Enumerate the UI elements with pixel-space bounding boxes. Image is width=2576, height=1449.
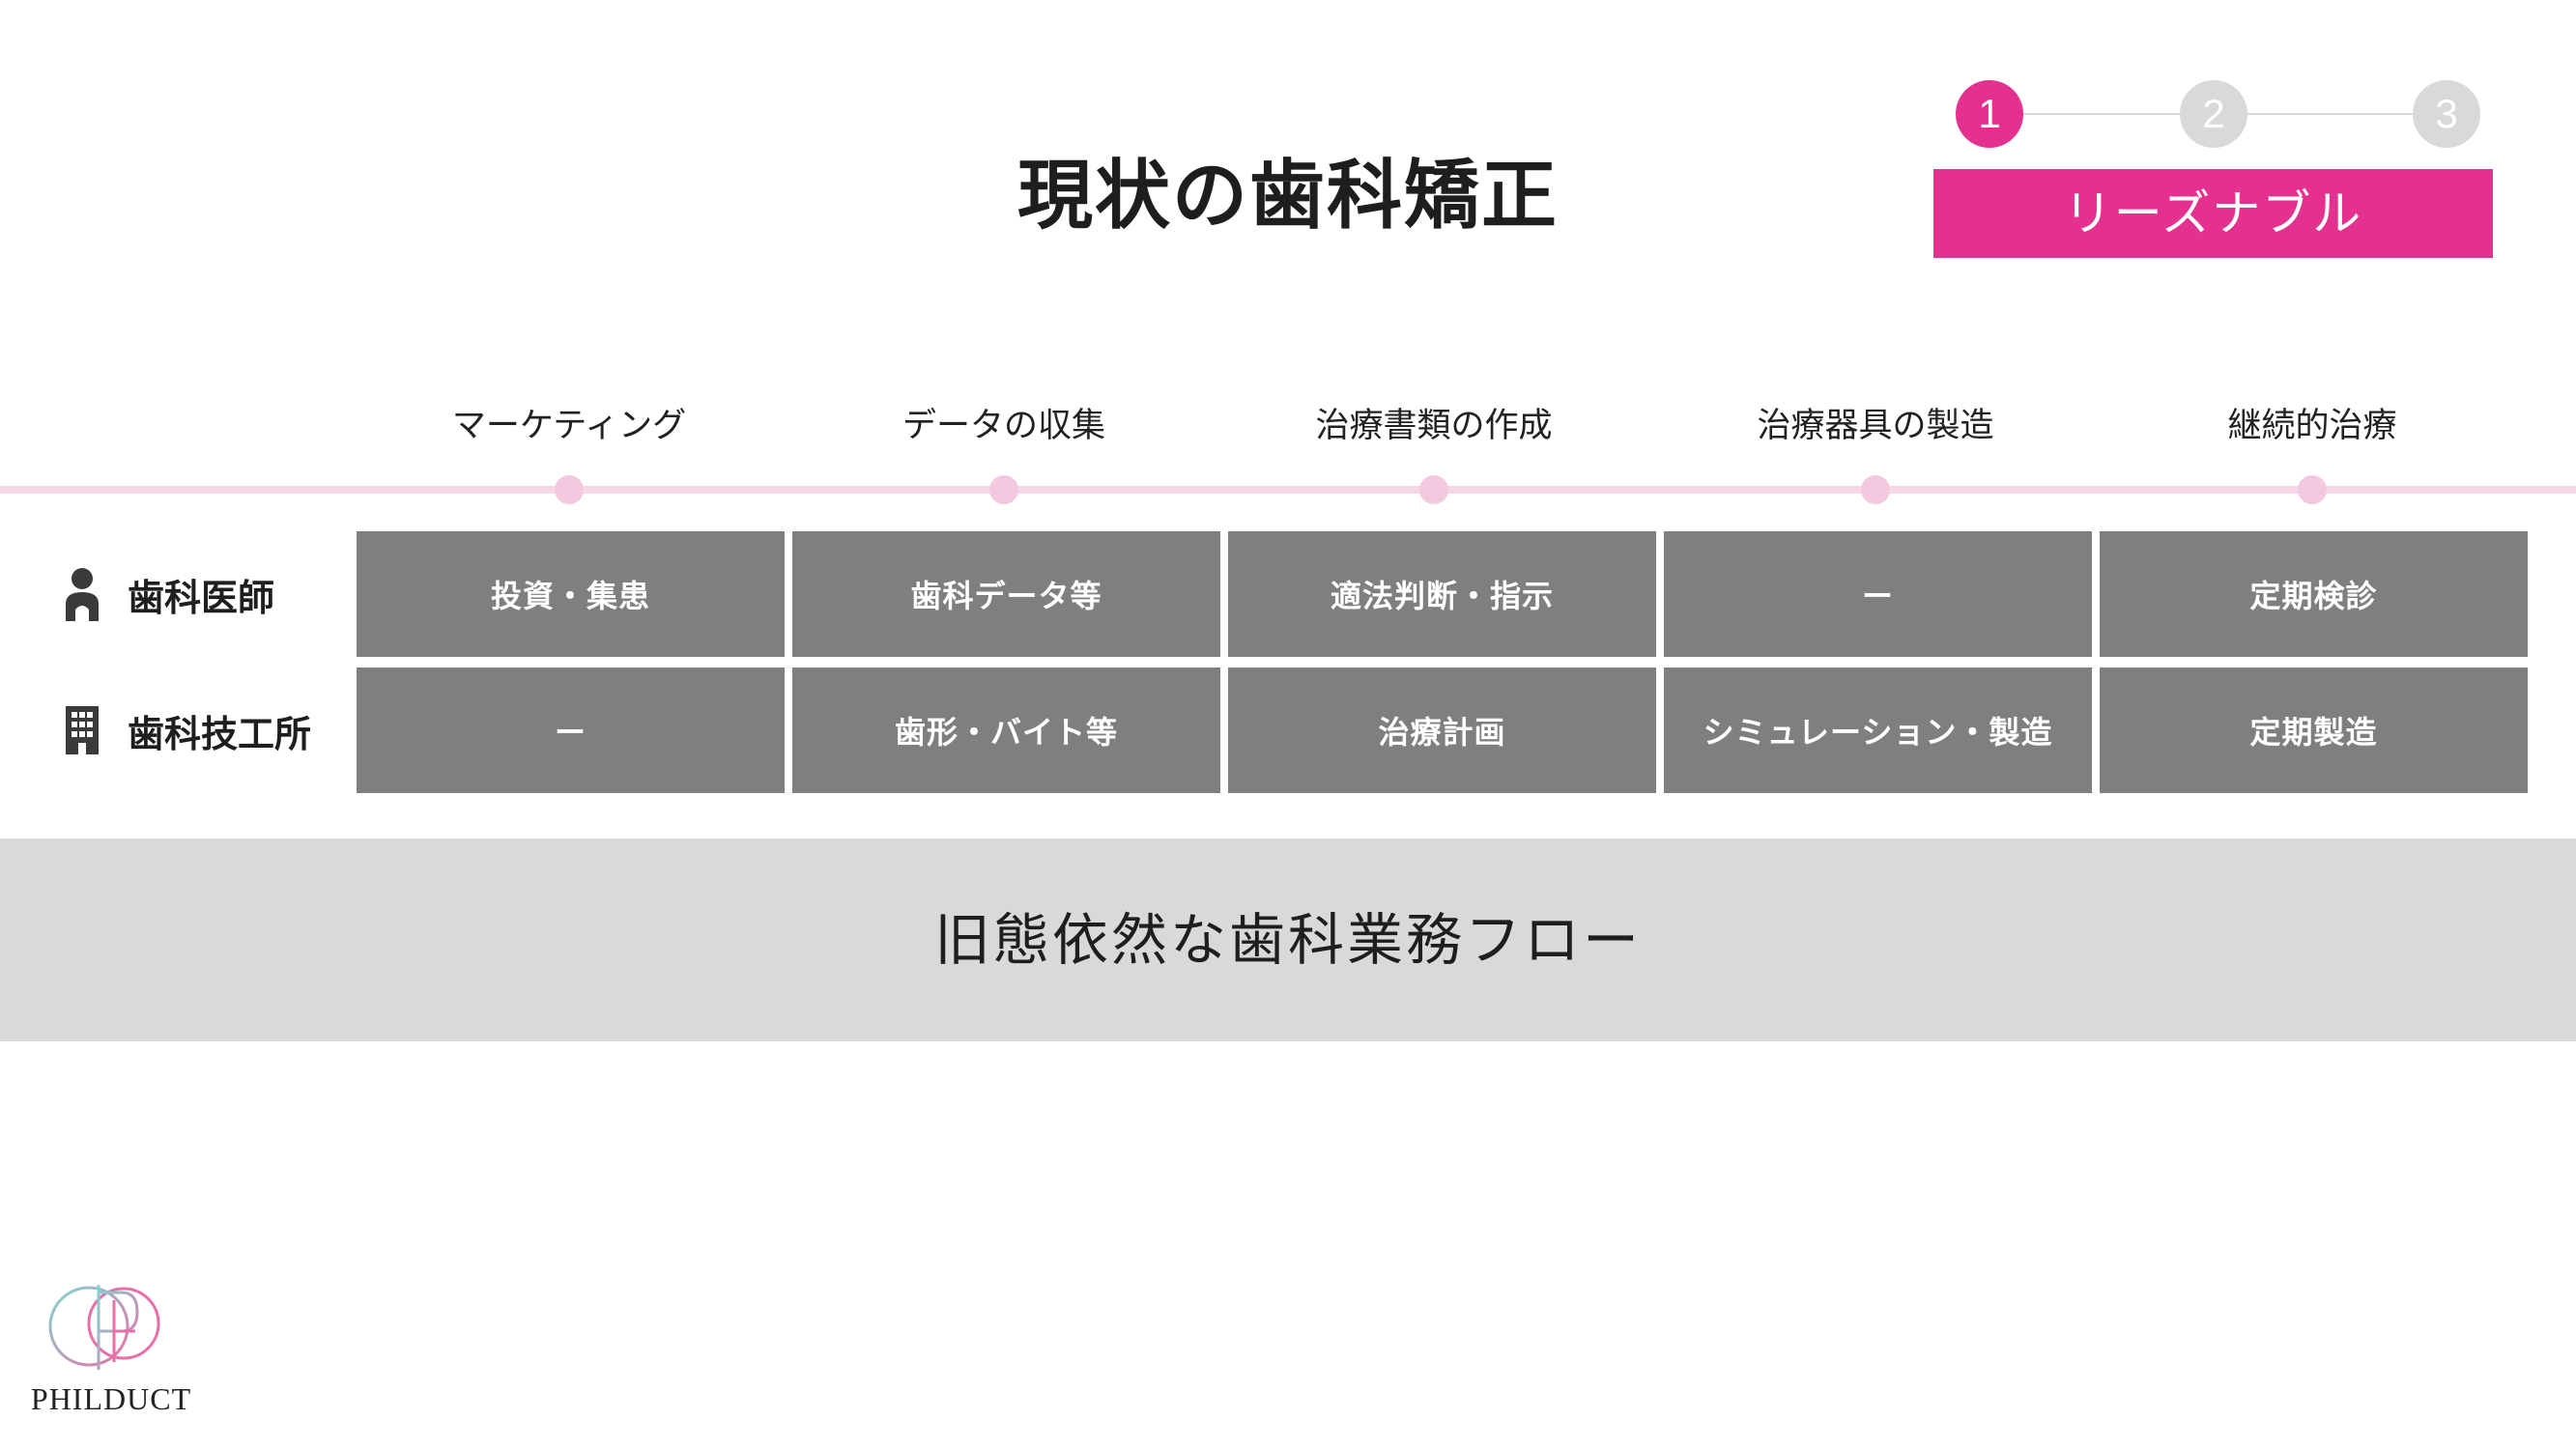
timeline-dot (989, 475, 1018, 504)
cell-dentist-treatment-docs: 適法判断・指示 (1228, 531, 1656, 657)
step-connector (1998, 113, 2180, 115)
phase-label-continuous-treatment: 継続的治療 (2227, 407, 2397, 445)
row-label-text: 歯科医師 (128, 576, 275, 619)
step-1[interactable]: 1 (1956, 80, 2023, 148)
person-icon (58, 565, 106, 623)
logo-text: PHILDUCT (30, 1381, 192, 1416)
banner-text: 旧態依然な歯科業務フロー (933, 907, 1642, 973)
step-3[interactable]: 3 (2413, 80, 2480, 148)
cell-lab-continuous-treatment: 定期製造 (2100, 668, 2528, 793)
cell-dentist-continuous-treatment: 定期検診 (2100, 531, 2528, 657)
timeline-line (0, 486, 2576, 494)
cell-lab-appliance-manufacturing: シミュレーション・製造 (1664, 668, 2092, 793)
timeline-dot (1861, 475, 1890, 504)
phase-label-appliance-manufacturing: 治療器具の製造 (1757, 407, 1994, 445)
cell-lab-marketing: ー (357, 668, 785, 793)
cell-lab-treatment-docs: 治療計画 (1228, 668, 1656, 793)
building-icon (58, 701, 106, 759)
step-connector (2246, 113, 2418, 115)
row-label-dental-lab: 歯科技工所 (58, 668, 311, 793)
cell-dentist-appliance-manufacturing: ー (1664, 531, 2092, 657)
timeline-dot (555, 475, 584, 504)
cell-dentist-marketing: 投資・集患 (357, 531, 785, 657)
timeline-dot (1419, 475, 1448, 504)
phase-label-marketing: マーケティング (451, 407, 687, 445)
cell-dentist-data-collection: 歯科データ等 (792, 531, 1220, 657)
row-label-text: 歯科技工所 (128, 712, 312, 755)
row-label-dentist: 歯科医師 (58, 531, 274, 657)
step-label: リーズナブル (1933, 169, 2493, 258)
step-2[interactable]: 2 (2180, 80, 2247, 148)
phase-label-treatment-docs: 治療書類の作成 (1315, 407, 1553, 445)
cell-lab-data-collection: 歯形・バイト等 (792, 668, 1220, 793)
phase-label-data-collection: データの収集 (902, 407, 1105, 445)
summary-banner: 旧態依然な歯科業務フロー (0, 838, 2576, 1041)
timeline-dot (2298, 475, 2327, 504)
